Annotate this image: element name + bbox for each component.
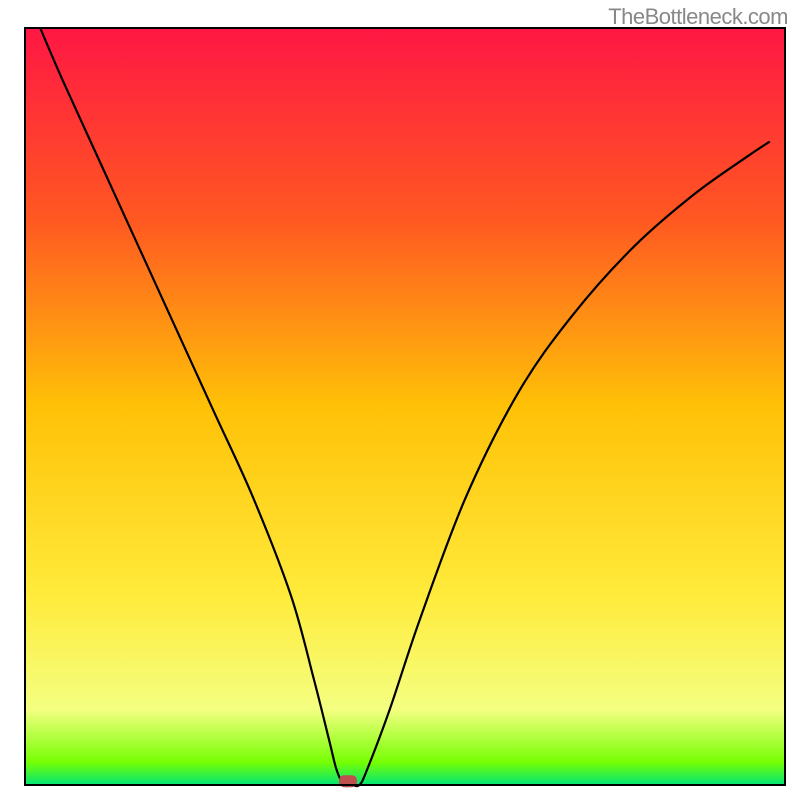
watermark-text: TheBottleneck.com [608, 4, 788, 30]
bottleneck-chart [0, 0, 800, 800]
chart-background [25, 28, 785, 785]
chart-container: TheBottleneck.com [0, 0, 800, 800]
